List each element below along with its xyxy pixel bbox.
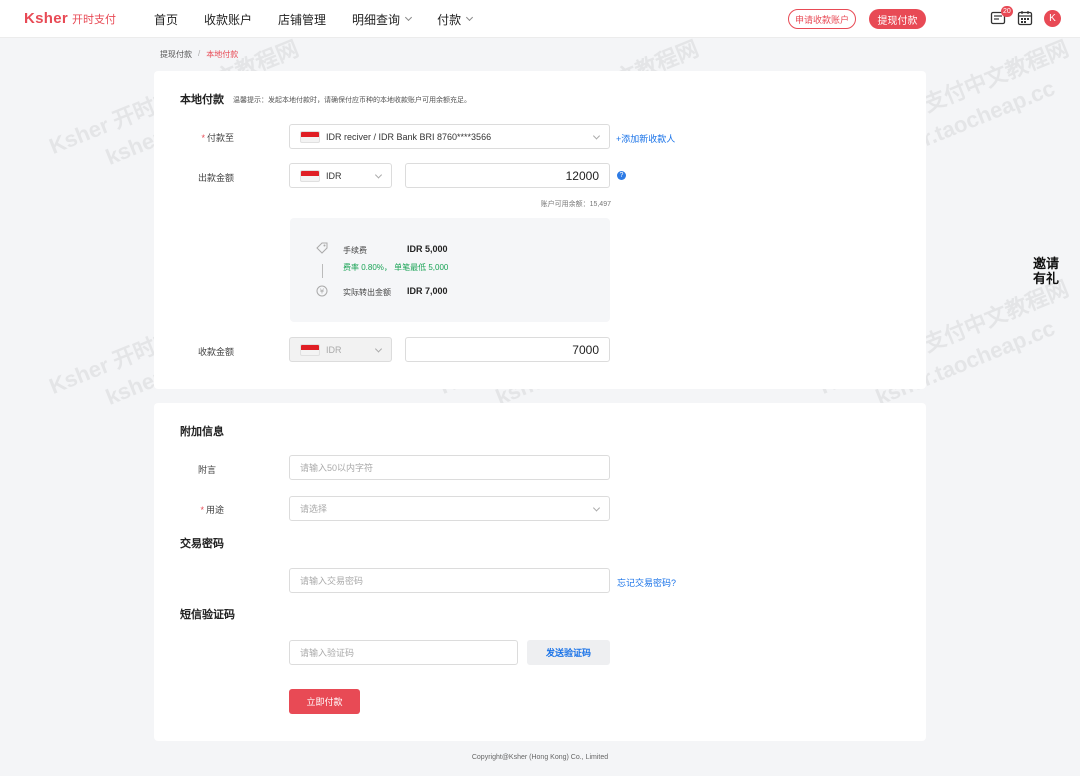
purpose-select[interactable]: 请选择 [289, 496, 610, 521]
out-currency-value: IDR [326, 170, 342, 181]
fee-divider [322, 264, 323, 278]
nav-label: 店铺管理 [278, 12, 327, 27]
top-navigation-bar: Ksher 开时支付 首页 收款账户 店铺管理 明细查询 付款 申请收款账户 提… [0, 0, 1080, 38]
svg-text:¥: ¥ [320, 288, 325, 296]
withdraw-button[interactable]: 提现付款 [869, 9, 926, 29]
receive-amount-input[interactable]: 7000 [405, 337, 610, 362]
nav-item-details[interactable]: 明细查询 [352, 11, 413, 28]
breadcrumb-parent[interactable]: 提现付款 [160, 49, 192, 60]
remark-label: 附言 [197, 465, 216, 475]
add-payee-link[interactable]: +添加新收款人 [616, 132, 675, 145]
out-currency-select[interactable]: IDR [289, 163, 392, 188]
receive-currency-value: IDR [326, 344, 342, 355]
local-payment-hint: 温馨提示：发起本地付款时，请确保付应币种的本地收款账户可用余额充足。 [233, 97, 471, 104]
yen-icon: ¥ [316, 285, 328, 297]
out-amount-input[interactable]: 12000 [405, 163, 610, 188]
fee-summary-box [290, 218, 610, 322]
breadcrumb: 提现付款 / 本地付款 [160, 49, 238, 60]
copyright-footer: Copyright@Ksher (Hong Kong) Co., Limited [471, 754, 609, 761]
nav-label: 付款 [437, 12, 462, 27]
local-payment-title: 本地付款 [180, 94, 224, 106]
chevron-down-icon [466, 13, 474, 22]
brand-name-en: Ksher [24, 10, 69, 27]
breadcrumb-current: 本地付款 [206, 50, 239, 59]
pay-to-label-text: 付款至 [206, 133, 234, 143]
purpose-label: * 用途 [190, 503, 224, 516]
actual-amount-label: 实际转出金额 [343, 288, 391, 297]
additional-info-title: 附加信息 [180, 426, 224, 438]
fee-rate: 费率 0.80%， 单笔最低 5,000 [343, 263, 449, 272]
nav-item-payment[interactable]: 付款 [437, 11, 474, 28]
chevron-down-icon [592, 503, 601, 512]
sms-title: 短信验证码 [180, 609, 235, 621]
breadcrumb-separator: / [198, 49, 201, 58]
flag-icon [300, 343, 320, 356]
main-nav: 首页 收款账户 店铺管理 明细查询 付款 [154, 0, 498, 38]
nav-label: 明细查询 [352, 12, 401, 27]
flag-icon [300, 130, 320, 143]
purpose-label-text: 用途 [205, 505, 224, 515]
send-code-button[interactable]: 发送验证码 [527, 640, 610, 665]
password-input[interactable]: 请输入交易密码 [289, 568, 610, 593]
sms-code-placeholder: 请输入验证码 [300, 648, 355, 658]
available-balance: 账户可用余额：15,497 [540, 201, 611, 208]
calendar-icon[interactable] [1017, 10, 1033, 26]
sms-code-input[interactable]: 请输入验证码 [289, 640, 518, 665]
invite-line-2: 有礼 [1032, 271, 1059, 286]
chevron-down-icon [374, 344, 383, 353]
invite-line-1: 邀请 [1032, 256, 1059, 271]
receive-amount-value: 7000 [572, 342, 599, 357]
fee-label: 手续费 [343, 246, 367, 255]
out-amount-value: 12000 [565, 168, 599, 183]
password-placeholder: 请输入交易密码 [300, 576, 364, 586]
chevron-down-icon [374, 170, 383, 179]
info-icon[interactable]: ? [617, 171, 626, 180]
avatar[interactable]: K [1044, 10, 1061, 27]
pay-to-label: * 付款至 [190, 131, 234, 144]
brand-name-cn: 开时支付 [72, 14, 117, 26]
required-mark: * [201, 133, 205, 143]
brand-logo[interactable]: Ksher 开时支付 [24, 10, 116, 27]
apply-account-button[interactable]: 申请收款账户 [788, 9, 856, 29]
flag-icon [300, 169, 320, 182]
chevron-down-icon [592, 131, 601, 140]
actual-amount-value: IDR 7,000 [407, 286, 448, 296]
forgot-password-link[interactable]: 忘记交易密码? [617, 576, 676, 589]
required-mark: * [200, 505, 204, 515]
fee-value: IDR 5,000 [407, 244, 448, 254]
remark-input[interactable]: 请输入50以内字符 [289, 455, 610, 480]
password-title: 交易密码 [180, 538, 224, 550]
receive-amount-label: 收款金额 [197, 347, 234, 357]
payee-select-value: IDR reciver / IDR Bank BRI 8760****3566 [326, 131, 492, 142]
payee-select[interactable]: IDR reciver / IDR Bank BRI 8760****3566 [289, 124, 610, 149]
nav-label: 收款账户 [204, 12, 253, 27]
nav-item-stores[interactable]: 店铺管理 [278, 11, 326, 28]
nav-label: 首页 [154, 12, 179, 27]
nav-item-home[interactable]: 首页 [154, 11, 178, 28]
purpose-placeholder: 请选择 [300, 504, 328, 514]
invite-reward-badge[interactable]: 邀请 有礼 [1032, 256, 1060, 290]
out-amount-label: 出款金额 [197, 173, 234, 183]
tag-icon [316, 242, 328, 254]
receive-currency-select: IDR [289, 337, 392, 362]
remark-placeholder: 请输入50以内字符 [300, 463, 374, 473]
pay-now-button[interactable]: 立即付款 [289, 689, 360, 714]
chevron-down-icon [405, 13, 413, 22]
notification-badge: 20 [1001, 6, 1013, 17]
nav-item-accounts[interactable]: 收款账户 [204, 11, 252, 28]
